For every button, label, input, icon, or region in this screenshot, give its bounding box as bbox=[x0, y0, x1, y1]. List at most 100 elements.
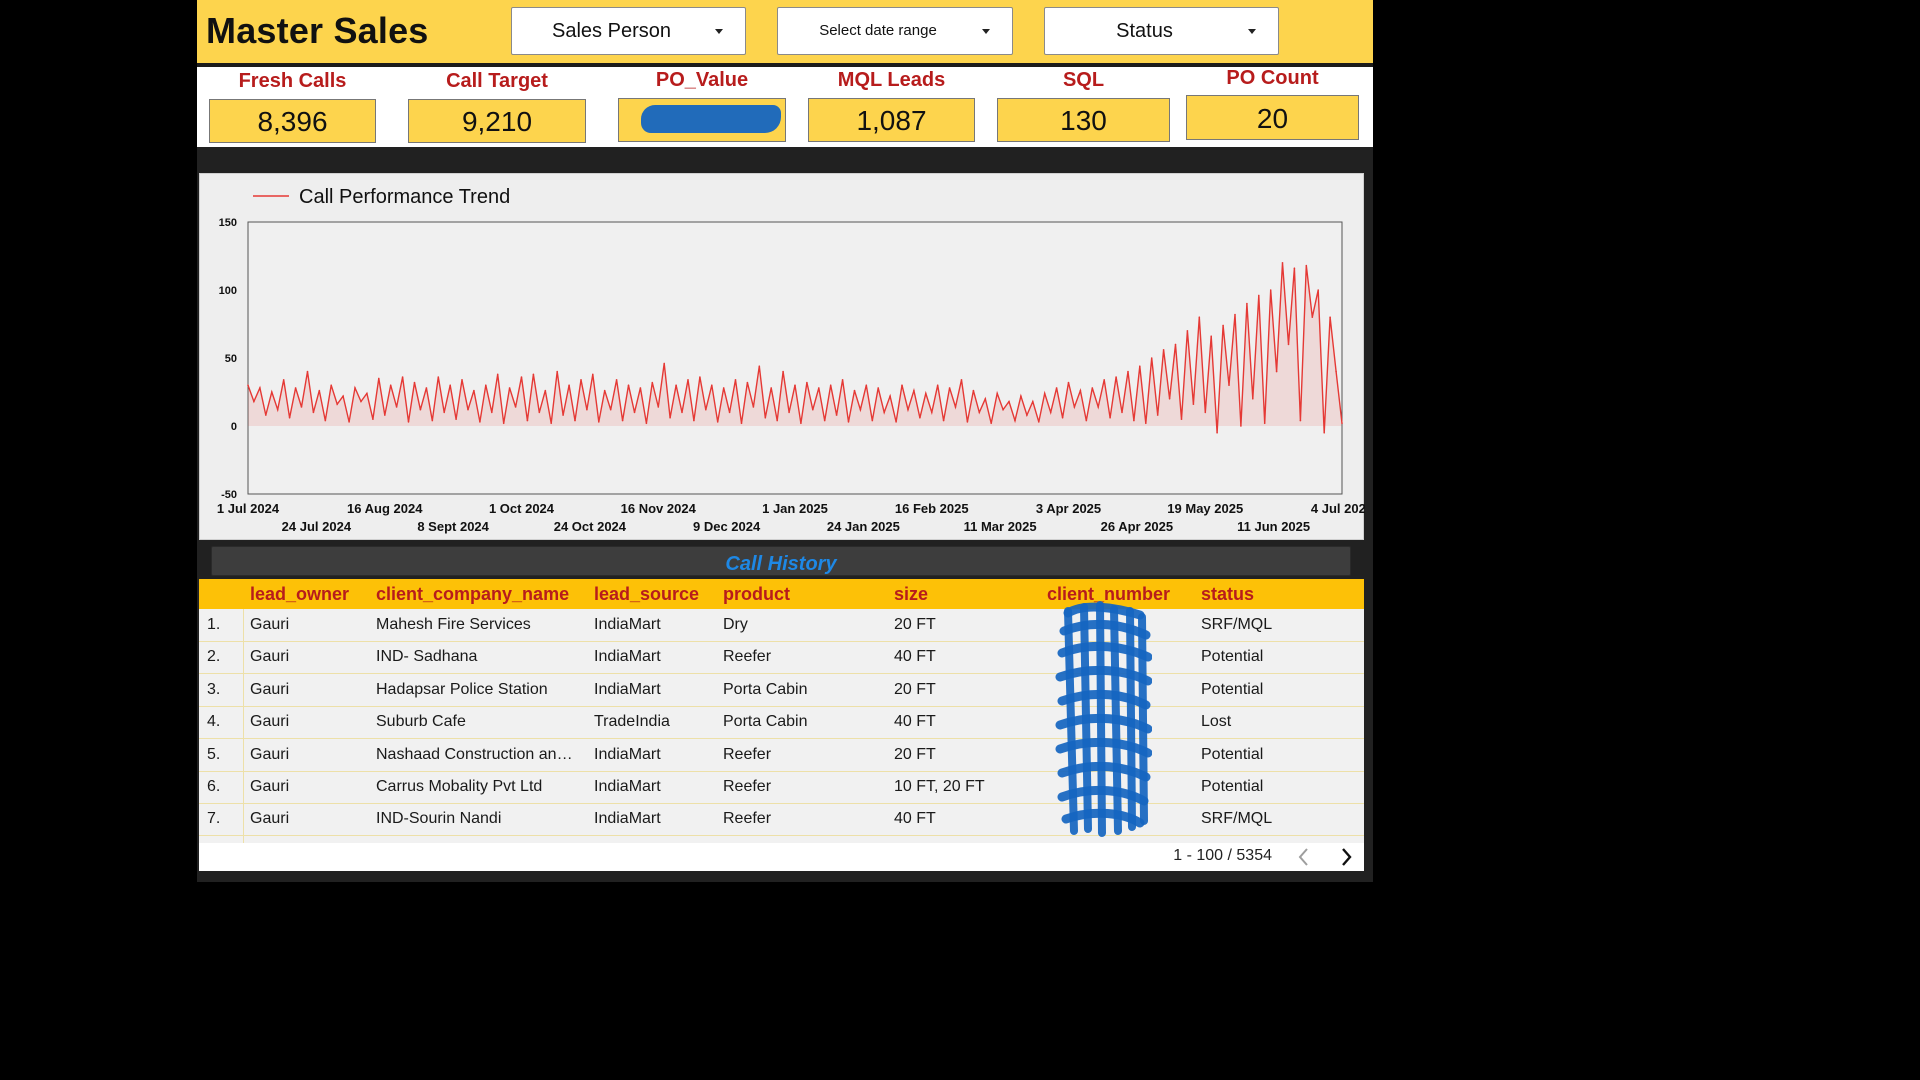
data-point bbox=[1067, 381, 1070, 384]
x-tick-label: 24 Oct 2024 bbox=[554, 519, 627, 534]
caret-down-icon bbox=[715, 29, 723, 34]
data-point bbox=[728, 411, 731, 414]
data-point bbox=[764, 417, 767, 419]
y-tick-label: 0 bbox=[231, 421, 237, 433]
data-point bbox=[544, 389, 547, 392]
data-point bbox=[615, 379, 618, 381]
data-point bbox=[1162, 349, 1165, 351]
column-header-status[interactable]: status bbox=[1201, 579, 1254, 609]
data-point bbox=[479, 421, 481, 423]
data-point bbox=[693, 419, 695, 422]
x-tick-label: 24 Jul 2024 bbox=[282, 519, 352, 534]
data-point bbox=[776, 419, 778, 422]
data-point bbox=[960, 379, 963, 381]
data-point bbox=[520, 376, 523, 378]
cell-product: Reefer bbox=[723, 810, 772, 828]
cell-product: Porta Cabin bbox=[723, 713, 808, 731]
column-header-size[interactable]: size bbox=[894, 579, 928, 609]
kpi-value-fresh-calls: 8,396 bbox=[209, 99, 376, 143]
data-point bbox=[609, 408, 612, 411]
table-row[interactable]: 5. Gauri Nashaad Construction and… IndiaMar… bbox=[199, 739, 1364, 772]
cell-lead-source: IndiaMart bbox=[594, 778, 661, 795]
cell-row-number: 1. bbox=[207, 616, 221, 633]
caret-down-icon bbox=[982, 29, 990, 34]
column-header-lead-owner[interactable]: lead_owner bbox=[250, 579, 349, 609]
data-point bbox=[782, 370, 784, 373]
y-tick-label: -50 bbox=[221, 489, 237, 501]
kpi-row: Fresh Calls 8,396 Call Target 9,210 PO_V… bbox=[197, 67, 1373, 147]
cell-lead-source: IndiaMart bbox=[594, 648, 661, 666]
data-point bbox=[1269, 289, 1272, 291]
chevron-left-icon[interactable] bbox=[1290, 843, 1318, 871]
cell-client-company-name: IND-Sourin Nandi bbox=[376, 810, 502, 828]
data-point bbox=[627, 384, 630, 386]
table-row[interactable]: 3. Gauri Hadapsar Police Station IndiaMart P… bbox=[199, 674, 1364, 707]
x-tick-label: 16 Feb 2025 bbox=[895, 501, 969, 516]
data-point bbox=[253, 400, 255, 403]
data-point bbox=[330, 384, 332, 386]
data-point bbox=[1210, 335, 1212, 337]
chevron-right-icon[interactable] bbox=[1332, 843, 1360, 871]
data-point bbox=[931, 411, 933, 414]
data-point bbox=[598, 421, 600, 423]
kpi-label-sql: SQL bbox=[1062, 69, 1105, 91]
column-header-product[interactable]: product bbox=[723, 579, 790, 609]
data-point bbox=[966, 421, 969, 423]
status-dropdown[interactable]: Status bbox=[1044, 7, 1279, 55]
data-point bbox=[532, 373, 535, 376]
cell-client-company-name: Hadapsar Police Station bbox=[376, 680, 548, 698]
data-point bbox=[806, 381, 808, 384]
data-point bbox=[901, 384, 903, 386]
cell-row-number: 7. bbox=[207, 810, 221, 828]
data-point bbox=[1329, 316, 1331, 318]
column-header-client-company-name[interactable]: client_company_name bbox=[376, 579, 569, 609]
kpi-value-mql-leads: 1,087 bbox=[808, 98, 975, 142]
data-point bbox=[580, 379, 582, 381]
data-point bbox=[360, 400, 362, 403]
data-point bbox=[603, 389, 606, 392]
x-tick-label: 26 Apr 2025 bbox=[1101, 519, 1174, 534]
table-row[interactable]: 4. Gauri Suburb Cafe TradeIndia Porta Cabin 4… bbox=[199, 706, 1364, 740]
data-point bbox=[895, 421, 897, 423]
x-tick-label: 11 Jun 2025 bbox=[1237, 519, 1310, 534]
data-point bbox=[372, 418, 374, 420]
data-point bbox=[1317, 289, 1319, 291]
data-point bbox=[336, 403, 338, 405]
data-point bbox=[354, 387, 356, 389]
data-point bbox=[823, 419, 826, 422]
table-row[interactable]: 2. Gauri IND- Sadhana IndiaMart Reefer 40 FT P… bbox=[199, 641, 1364, 675]
date-range-dropdown[interactable]: Select date range bbox=[777, 7, 1013, 55]
data-point bbox=[1020, 395, 1022, 397]
data-point bbox=[675, 384, 677, 386]
cell-size: 20 FT bbox=[894, 745, 936, 763]
cell-status: SRF/MQL bbox=[1201, 616, 1273, 633]
cell-lead-source: TradeIndia bbox=[594, 713, 670, 731]
data-point bbox=[1097, 406, 1099, 408]
data-point bbox=[1168, 398, 1171, 400]
data-point bbox=[496, 373, 499, 376]
sales-person-dropdown[interactable]: Sales Person bbox=[511, 7, 746, 55]
data-point bbox=[651, 381, 654, 384]
data-point bbox=[312, 411, 315, 414]
data-point bbox=[568, 384, 570, 386]
table-row[interactable]: 7. Gauri IND-Sourin Nandi IndiaMart Reefer 40… bbox=[199, 803, 1364, 837]
data-point bbox=[1240, 425, 1242, 427]
cell-row-number: 5. bbox=[207, 745, 221, 763]
data-point bbox=[1145, 422, 1147, 425]
table-row[interactable]: 1. Gauri Mahesh Fire Services IndiaMart Dry 2… bbox=[199, 609, 1364, 642]
data-point bbox=[1287, 343, 1290, 346]
x-tick-label: 1 Jul 2024 bbox=[217, 501, 280, 516]
data-point bbox=[1246, 302, 1248, 305]
kpi-value-po-count: 20 bbox=[1186, 95, 1359, 140]
data-point bbox=[1228, 384, 1230, 386]
data-point bbox=[907, 408, 909, 411]
column-header-lead-source[interactable]: lead_source bbox=[594, 579, 699, 609]
data-point bbox=[1121, 411, 1123, 414]
data-point bbox=[562, 414, 564, 416]
data-point bbox=[502, 422, 505, 425]
data-point bbox=[996, 392, 998, 395]
date-range-dropdown-label: Select date range bbox=[819, 22, 937, 39]
data-point bbox=[1275, 370, 1278, 373]
data-point bbox=[984, 398, 987, 400]
table-row[interactable]: 6. Gauri Carrus Mobality Pvt Ltd IndiaMart R… bbox=[199, 771, 1364, 804]
